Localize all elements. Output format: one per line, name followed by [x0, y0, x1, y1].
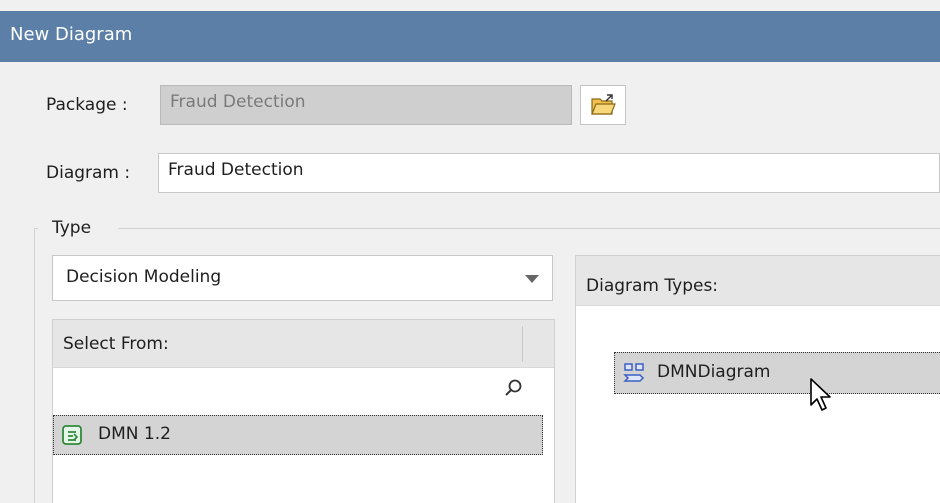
search-icon[interactable] [503, 378, 523, 398]
diagram-types-header-label: Diagram Types: [586, 276, 719, 296]
select-from-search[interactable] [53, 369, 554, 409]
diagram-type-item-dmndiagram[interactable]: DMNDiagram [614, 352, 940, 394]
browse-package-button[interactable] [580, 85, 626, 125]
type-group-label: Type [52, 218, 92, 238]
header-column-divider [522, 326, 523, 362]
package-field: Fraud Detection [160, 85, 572, 125]
select-from-item-label: DMN 1.2 [98, 424, 171, 444]
open-folder-icon [591, 94, 616, 115]
dialog-title: New Diagram [10, 24, 133, 45]
dmn-diagram-icon [623, 363, 645, 382]
select-from-header-label: Select From: [63, 334, 169, 354]
diagram-type-item-label: DMNDiagram [657, 362, 771, 382]
dmn-package-icon [62, 425, 82, 445]
package-label: Package : [46, 95, 128, 115]
chevron-down-icon [525, 275, 539, 283]
diagram-label: Diagram : [46, 163, 131, 183]
diagram-category-value: Decision Modeling [66, 267, 222, 287]
dialog-title-bar: New Diagram [0, 11, 940, 62]
select-from-panel: Select From: DMN 1.2 [52, 319, 555, 503]
select-from-header: Select From: [53, 320, 554, 368]
mouse-cursor-icon [810, 378, 831, 411]
diagram-category-select[interactable]: Decision Modeling [52, 255, 553, 301]
select-from-item-dmn[interactable]: DMN 1.2 [53, 415, 543, 455]
diagram-types-panel: Diagram Types: DMNDiagram [575, 255, 940, 503]
window-top-strip [0, 0, 940, 11]
type-group-border-top [118, 228, 940, 229]
diagram-name-input[interactable]: Fraud Detection [158, 153, 940, 193]
type-group-border-left [34, 228, 35, 503]
diagram-types-header: Diagram Types: [576, 256, 940, 306]
